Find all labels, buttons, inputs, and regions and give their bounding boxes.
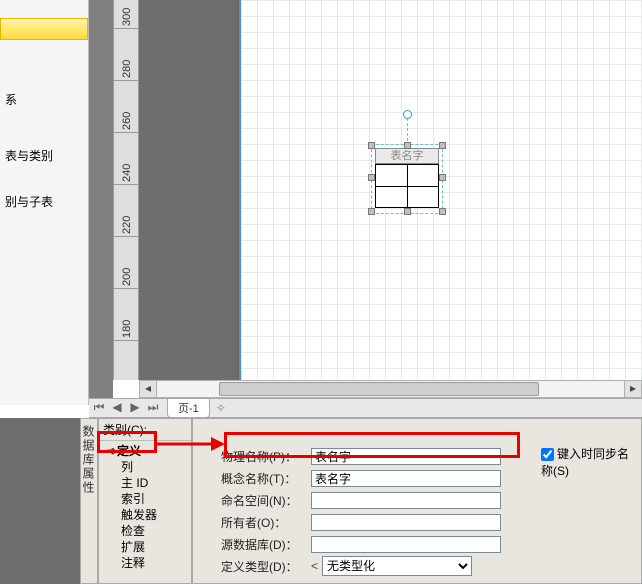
resize-handle-se[interactable] — [439, 208, 446, 215]
namespace-label: 命名空间(N)： — [221, 492, 311, 509]
horizontal-scrollbar[interactable]: ◂ ▸ — [139, 380, 642, 398]
ruler-tick-label: 300 — [121, 10, 133, 26]
owner-input[interactable] — [311, 514, 501, 531]
sync-name-label: 键入时同步名称(S) — [541, 447, 629, 478]
owner-label: 所有者(O)： — [221, 514, 311, 531]
tab-nav-prev-icon[interactable]: ◀ — [109, 400, 125, 416]
shape-body[interactable] — [375, 164, 439, 208]
shape-title[interactable]: 表名字 — [375, 148, 439, 164]
tree-label: 索引 — [121, 492, 145, 506]
resize-handle-n[interactable] — [404, 142, 411, 149]
ruler-tick-label: 260 — [121, 114, 133, 130]
ruler-tick-label: 240 — [121, 166, 133, 182]
left-sidebar: 系 表与类别 别与子表 — [0, 0, 89, 405]
tree-label: 定义 — [117, 444, 141, 458]
tree-node-columns[interactable]: 列 — [107, 459, 191, 475]
sync-name-checkbox[interactable] — [541, 448, 554, 461]
vertical-ruler: 300 280 260 240 220 200 180 — [113, 0, 139, 380]
tree-label: 列 — [121, 460, 133, 474]
source-db-label: 源数据库(D)： — [221, 536, 311, 553]
tree-label: 触发器 — [121, 508, 157, 522]
tree-label: 注释 — [121, 556, 145, 570]
concept-name-input[interactable] — [311, 470, 501, 487]
def-type-select[interactable]: 无类型化 — [322, 556, 472, 576]
concept-name-label: 概念名称(T)： — [221, 470, 311, 487]
resize-handle-sw[interactable] — [368, 208, 375, 215]
arrow-right-icon: ➪ — [107, 443, 117, 459]
properties-form: 物理名称(P)： 概念名称(T)： 命名空间(N)： 所有者(O)： 源数据库(… — [192, 418, 642, 584]
tree-label: 扩展 — [121, 540, 145, 554]
resize-handle-w[interactable] — [368, 174, 375, 181]
tree-node-definition[interactable]: ➪定义 — [107, 443, 191, 459]
def-type-label: 定义类型(D)： — [221, 558, 311, 575]
tree-node-check[interactable]: 检查 — [107, 523, 191, 539]
add-page-icon[interactable]: ✧ — [216, 401, 226, 415]
ruler-tick-label: 200 — [121, 270, 133, 286]
ruler-tick-label: 220 — [121, 218, 133, 234]
scroll-left-button[interactable]: ◂ — [139, 380, 157, 398]
tab-nav-next-icon[interactable]: ▶ — [127, 400, 143, 416]
selected-shape[interactable]: 表名字 — [375, 150, 439, 210]
less-than-icon: < — [311, 559, 318, 573]
resize-handle-s[interactable] — [404, 208, 411, 215]
resize-handle-ne[interactable] — [439, 142, 446, 149]
source-db-input[interactable] — [311, 536, 501, 553]
ruler-tick-label: 180 — [121, 322, 133, 338]
sidebar-item-selected[interactable] — [0, 18, 88, 40]
sidebar-item-category-and-subtable[interactable]: 别与子表 — [0, 190, 88, 212]
sidebar-label: 表与类别 — [5, 149, 53, 163]
top-region: 系 表与类别 别与子表 300 280 260 240 220 200 180 … — [0, 0, 642, 405]
rotation-handle[interactable] — [403, 110, 412, 119]
sidebar-label: 别与子表 — [5, 195, 53, 209]
sidebar-label: 系 — [5, 93, 17, 107]
tree-node-primary-id[interactable]: 主 ID — [107, 475, 191, 491]
scroll-right-button[interactable]: ▸ — [624, 380, 642, 398]
categories-column: 类别(C): ➪定义 列 主 ID 索引 触发器 检查 扩展 注释 — [98, 418, 192, 584]
sidebar-item-blank[interactable] — [0, 0, 88, 18]
scroll-track[interactable] — [157, 380, 624, 398]
tree-node-comment[interactable]: 注释 — [107, 555, 191, 571]
sync-name-checkbox-group: 键入时同步名称(S) — [541, 445, 633, 479]
scroll-thumb[interactable] — [219, 382, 539, 396]
ruler-tick-label: 280 — [121, 62, 133, 78]
resize-handle-nw[interactable] — [368, 142, 375, 149]
page-tab-strip: ⏮ ◀ ▶ ⏭ 页-1 ✧ — [89, 398, 642, 418]
tree-node-index[interactable]: 索引 — [107, 491, 191, 507]
panel-title-database-properties[interactable]: 数据库属性 — [80, 418, 98, 584]
sidebar-canvas-gap — [89, 0, 113, 405]
page-tab-1[interactable]: 页-1 — [167, 399, 210, 418]
physical-name-input[interactable] — [311, 448, 501, 465]
tab-nav-first-icon[interactable]: ⏮ — [91, 400, 107, 416]
resize-handle-e[interactable] — [439, 174, 446, 181]
sidebar-item-table-and-category[interactable]: 表与类别 — [0, 144, 88, 166]
categories-tree: ➪定义 列 主 ID 索引 触发器 检查 扩展 注释 — [99, 441, 191, 573]
physical-name-label: 物理名称(P)： — [221, 448, 311, 465]
tree-label: 主 ID — [121, 476, 148, 490]
tree-node-trigger[interactable]: 触发器 — [107, 507, 191, 523]
tab-nav-last-icon[interactable]: ⏭ — [145, 400, 161, 416]
tree-label: 检查 — [121, 524, 145, 538]
sidebar-item-relation[interactable]: 系 — [0, 88, 88, 110]
tree-node-extend[interactable]: 扩展 — [107, 539, 191, 555]
categories-header: 类别(C): — [99, 419, 191, 441]
namespace-input[interactable] — [311, 492, 501, 509]
